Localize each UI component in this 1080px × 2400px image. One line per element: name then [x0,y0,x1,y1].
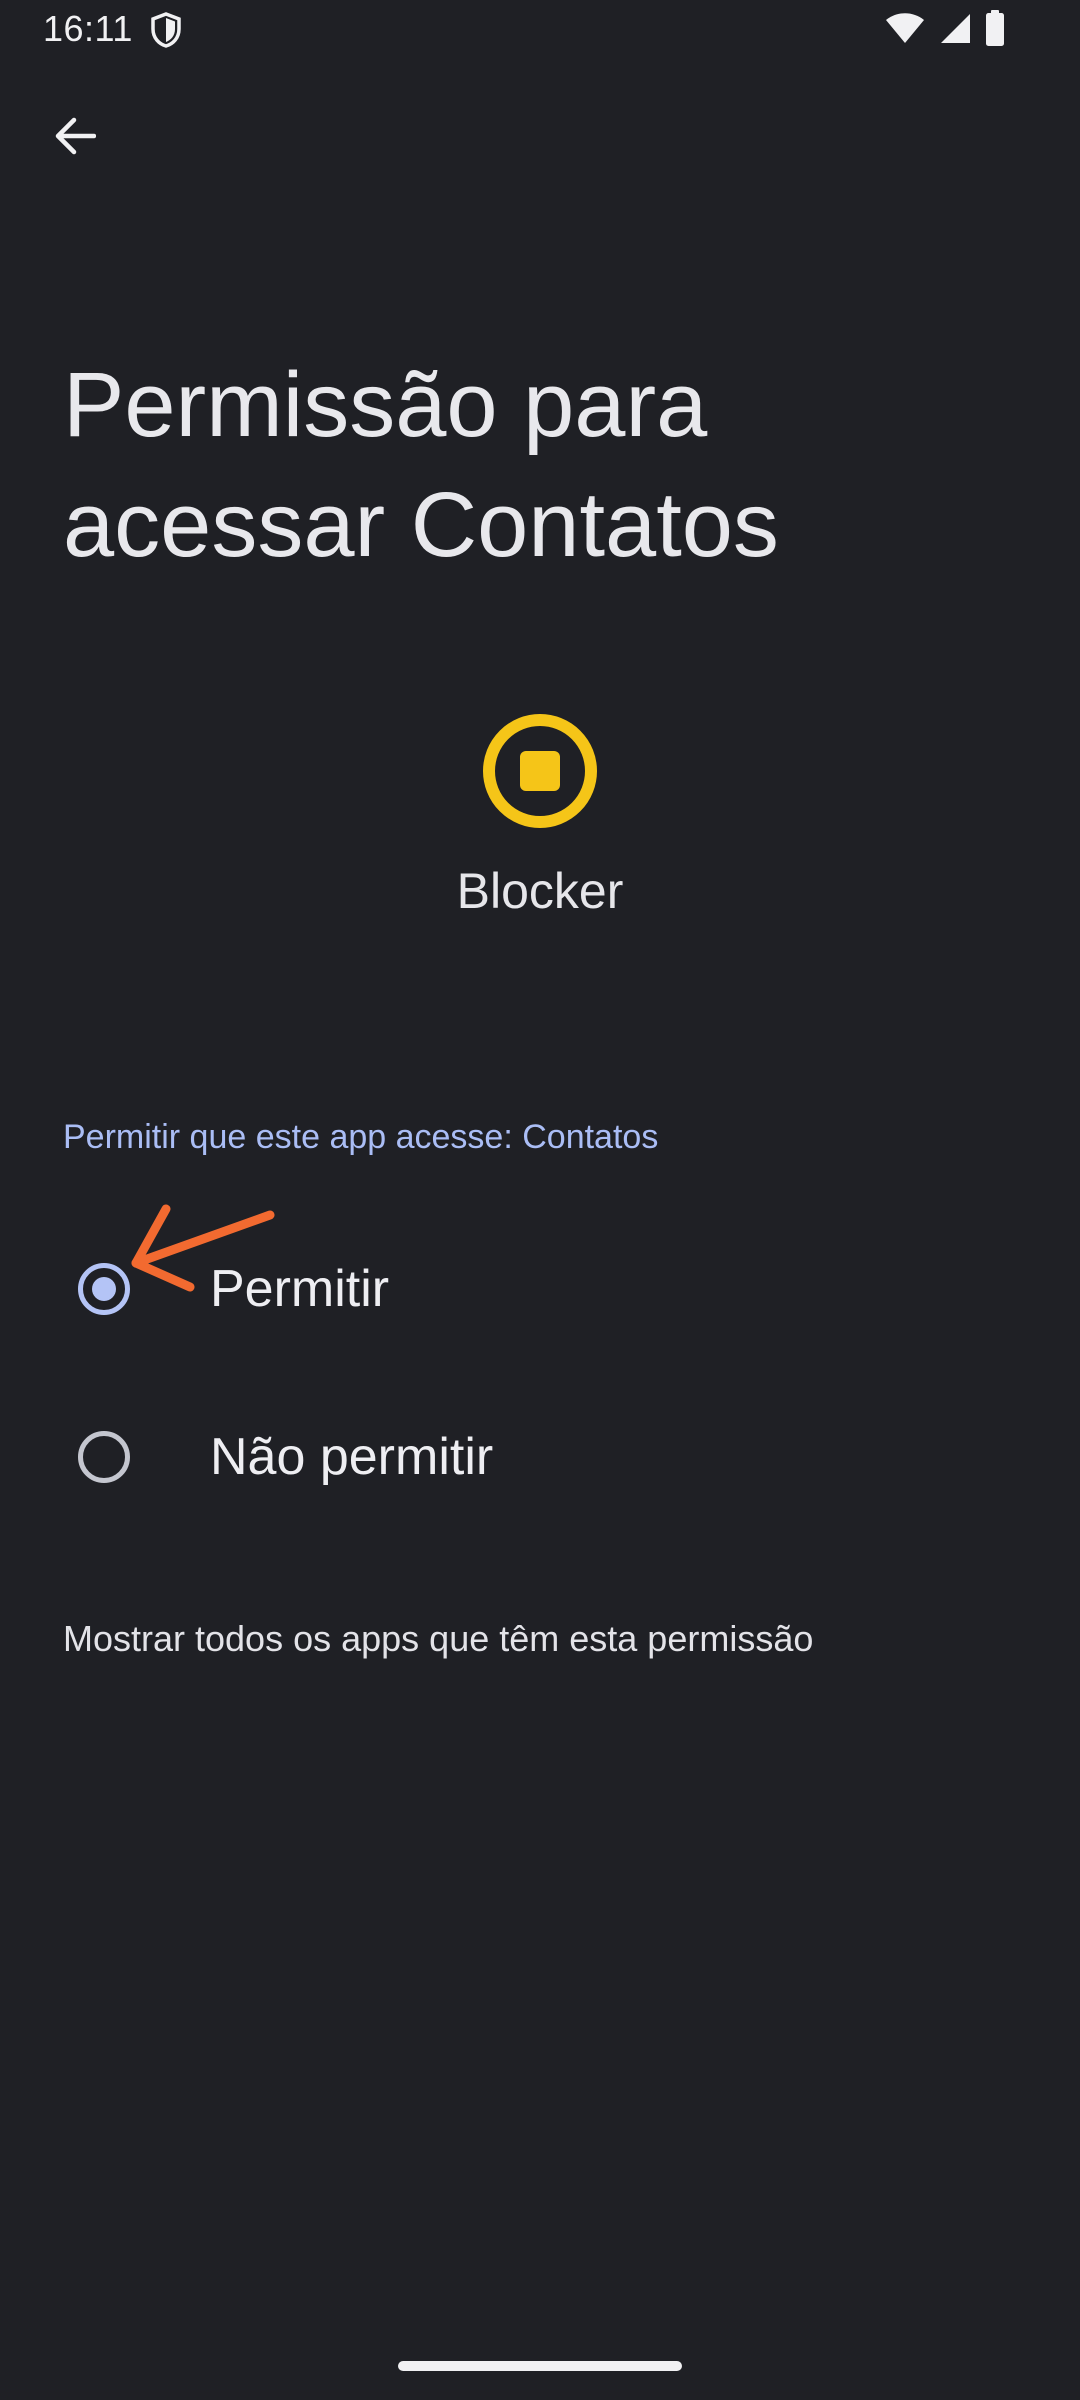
show-all-apps-link[interactable]: Mostrar todos os apps que têm esta permi… [63,1618,813,1660]
status-time: 16:11 [43,8,133,49]
app-name: Blocker [456,863,624,919]
permission-section-label: Permitir que este app acesse: Contatos [63,1118,659,1156]
stop-circle-icon [482,713,598,829]
page-title-line1: Permissão para [63,354,708,456]
status-bar: 16:11 [0,0,1080,62]
gesture-nav-handle[interactable] [398,2361,682,2371]
radio-option-deny[interactable]: Não permitir [0,1382,1080,1532]
back-button[interactable] [36,100,112,176]
page-title-line2: acessar Contatos [63,474,779,576]
cell-signal-icon [939,12,971,49]
battery-icon [985,9,1005,51]
arrow-left-icon [52,116,97,161]
radio-option-allow[interactable]: Permitir [0,1214,1080,1364]
radio-button-unchecked[interactable] [78,1431,130,1483]
radio-button-checked[interactable] [78,1263,130,1315]
status-icons [885,9,1005,51]
shield-icon [150,12,182,48]
wifi-icon [885,12,925,49]
radio-label-deny: Não permitir [210,1428,494,1486]
page-title: Permissão para acessar Contatos [63,345,1023,585]
radio-label-allow: Permitir [210,1260,390,1318]
